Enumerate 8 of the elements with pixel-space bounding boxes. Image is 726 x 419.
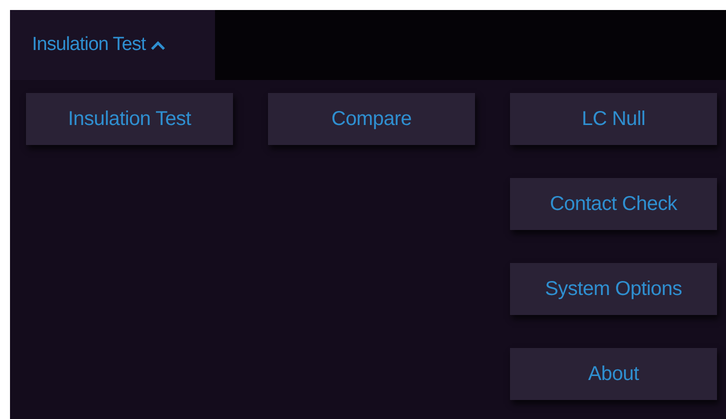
menu-button[interactable]: Insulation Test [26,93,233,145]
caret-up-icon [150,40,166,50]
menu-button[interactable]: Contact Check [510,178,717,230]
menu-button[interactable]: Compare [268,93,475,145]
menu-button[interactable]: System Options [510,263,717,315]
menu-button[interactable]: LC Null [510,93,717,145]
menu-button[interactable]: About [510,348,717,400]
menu-tab[interactable]: Insulation Test [10,10,215,80]
